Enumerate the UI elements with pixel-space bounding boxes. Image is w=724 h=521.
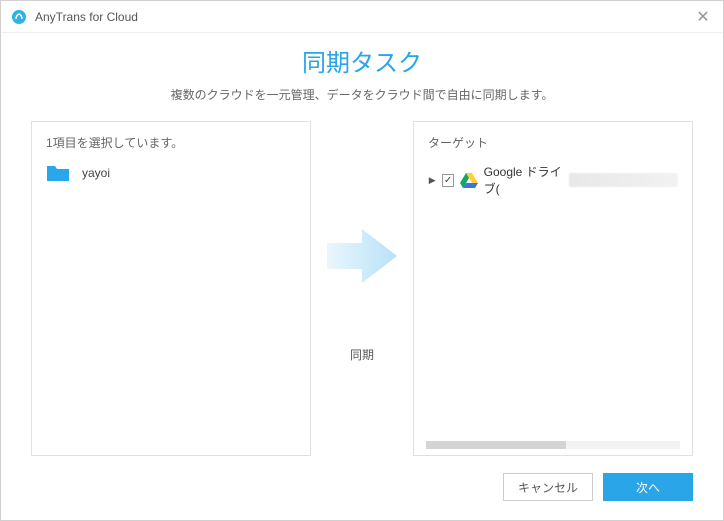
expand-icon[interactable]: ▶ [428, 175, 436, 185]
footer: キャンセル 次へ [1, 463, 723, 501]
google-drive-icon [460, 172, 478, 188]
page-title: 同期タスク [1, 43, 723, 78]
app-icon [11, 9, 27, 25]
cancel-button[interactable]: キャンセル [503, 473, 593, 501]
titlebar: AnyTrans for Cloud ✕ [1, 1, 723, 33]
arrow-icon [322, 221, 402, 291]
close-icon[interactable]: ✕ [693, 7, 713, 27]
target-panel-header: ターゲット [428, 134, 678, 151]
page-subtitle: 複数のクラウドを一元管理、データをクラウド間で自由に同期します。 [1, 86, 723, 103]
target-item-label: Google ドライブ( [484, 163, 563, 197]
target-checkbox[interactable]: ✓ [442, 174, 453, 187]
sync-label: 同期 [350, 346, 374, 363]
source-item[interactable]: yayoi [46, 161, 296, 185]
target-panel: ターゲット ▶ ✓ Google ドライブ( [413, 121, 693, 456]
scrollbar-thumb[interactable] [426, 441, 566, 449]
next-button[interactable]: 次へ [603, 473, 693, 501]
source-panel-header: 1項目を選択しています。 [46, 134, 296, 151]
folder-icon [46, 163, 70, 183]
panels-row: 1項目を選択しています。 yayoi 同期 [1, 103, 723, 463]
source-item-label: yayoi [82, 166, 110, 180]
target-item[interactable]: ▶ ✓ Google ドライブ( [428, 161, 678, 199]
source-panel: 1項目を選択しています。 yayoi [31, 121, 311, 456]
horizontal-scrollbar[interactable] [426, 441, 680, 449]
center-column: 同期 [311, 121, 413, 463]
target-account-redacted [569, 173, 678, 187]
window-title: AnyTrans for Cloud [35, 10, 138, 24]
